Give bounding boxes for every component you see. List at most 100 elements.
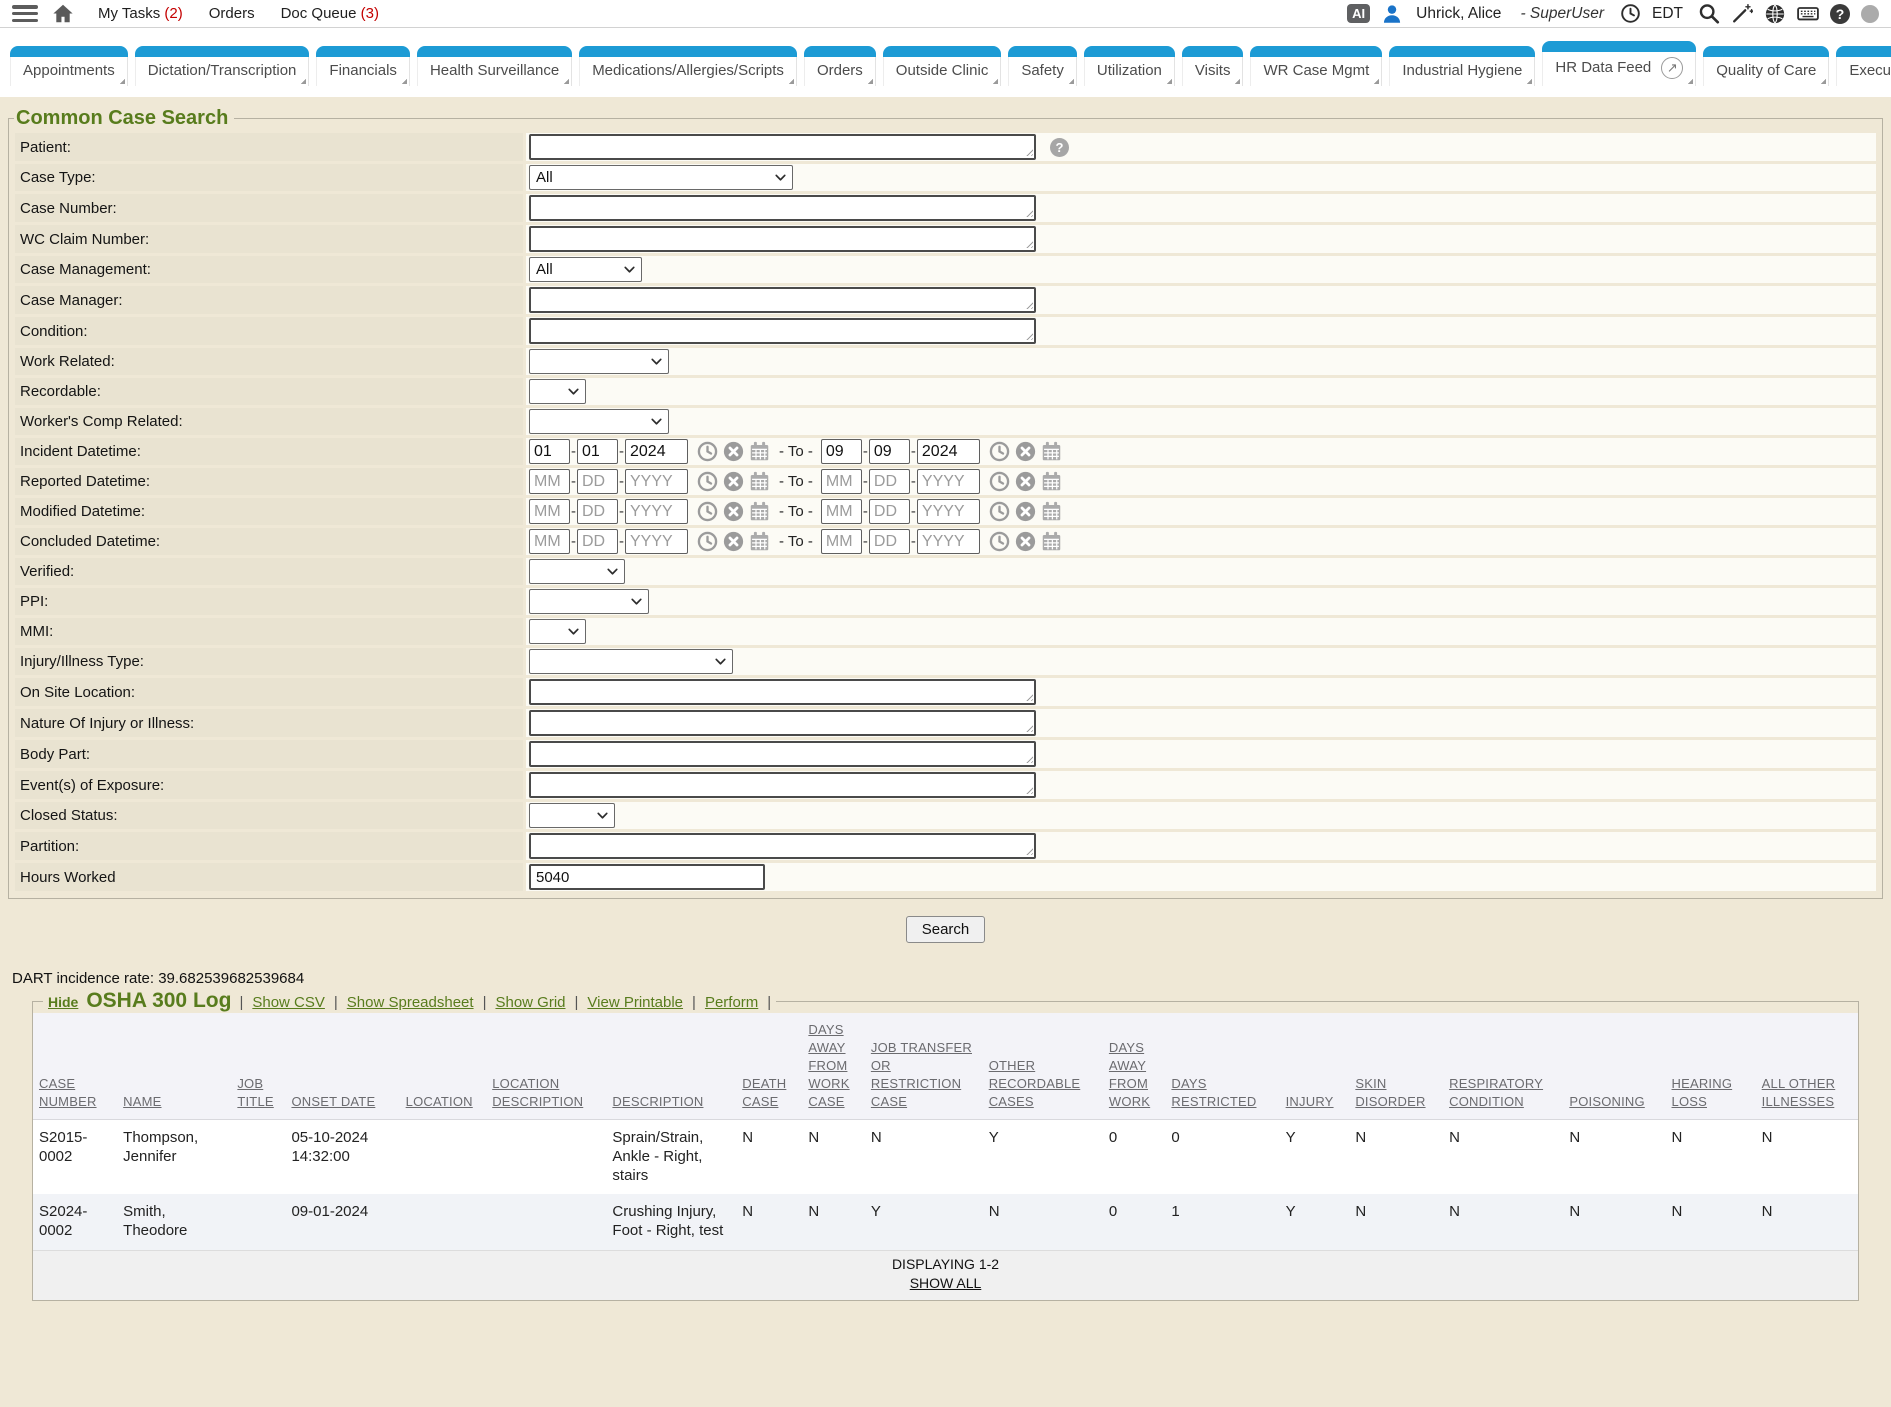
sort-link-days-away-from-work[interactable]: DAYS AWAY FROM WORK — [1109, 1040, 1150, 1109]
date-yyyy-concluded-datetime-to[interactable] — [917, 529, 980, 554]
sort-link-injury[interactable]: INJURY — [1286, 1094, 1334, 1109]
tab-utilization[interactable]: Utilization — [1084, 46, 1175, 86]
clear-icon[interactable] — [1015, 531, 1036, 552]
field-input-events-of-exposure[interactable] — [529, 772, 1036, 798]
link-perform[interactable]: Perform — [705, 994, 758, 1011]
sort-link-name[interactable]: NAME — [123, 1094, 161, 1109]
clear-icon[interactable] — [723, 531, 744, 552]
sort-link-death-case[interactable]: DEATH CASE — [742, 1076, 786, 1109]
help-icon[interactable]: ? — [1830, 4, 1850, 24]
link-show-csv[interactable]: Show CSV — [252, 994, 325, 1011]
tab-appointments[interactable]: Appointments — [10, 46, 128, 86]
sort-link-location[interactable]: LOCATION — [406, 1094, 473, 1109]
clock-icon[interactable] — [697, 531, 718, 552]
date-mm-concluded-datetime-to[interactable] — [821, 529, 862, 554]
date-mm-reported-datetime-to[interactable] — [821, 469, 862, 494]
hamburger-menu-icon[interactable] — [12, 5, 38, 22]
link-show-grid[interactable]: Show Grid — [495, 994, 565, 1011]
clear-icon[interactable] — [723, 441, 744, 462]
date-dd-incident-datetime-to[interactable] — [869, 439, 910, 464]
show-all-link[interactable]: SHOW ALL — [910, 1275, 982, 1291]
date-yyyy-reported-datetime-to[interactable] — [917, 469, 980, 494]
calendar-icon[interactable] — [749, 471, 770, 492]
clear-icon[interactable] — [1015, 471, 1036, 492]
date-mm-concluded-datetime-from[interactable] — [529, 529, 570, 554]
tab-quality-of-care[interactable]: Quality of Care — [1703, 46, 1829, 86]
date-dd-incident-datetime-from[interactable] — [577, 439, 618, 464]
clear-icon[interactable] — [1015, 501, 1036, 522]
field-select-verified[interactable] — [529, 559, 625, 584]
tab-industrial-hygiene[interactable]: Industrial Hygiene — [1389, 46, 1535, 86]
sort-link-description[interactable]: DESCRIPTION — [612, 1094, 703, 1109]
sort-link-all-other-illnesses[interactable]: ALL OTHER ILLNESSES — [1762, 1076, 1836, 1109]
tab-wr-case-mgmt[interactable]: WR Case Mgmt — [1250, 46, 1382, 86]
sort-link-other-recordable-cases[interactable]: OTHER RECORDABLE CASES — [989, 1058, 1081, 1109]
clock-icon[interactable] — [989, 501, 1010, 522]
calendar-icon[interactable] — [1041, 441, 1062, 462]
clock-icon[interactable] — [989, 531, 1010, 552]
field-input-case-number[interactable] — [529, 195, 1036, 221]
date-dd-concluded-datetime-from[interactable] — [577, 529, 618, 554]
nav-item-doc-queue[interactable]: Doc Queue (3) — [281, 5, 379, 22]
clear-icon[interactable] — [723, 471, 744, 492]
sort-link-onset-date[interactable]: ONSET DATE — [291, 1094, 375, 1109]
calendar-icon[interactable] — [1041, 531, 1062, 552]
user-name[interactable]: Uhrick, Alice — [1416, 5, 1501, 23]
tab-financials[interactable]: Financials — [316, 46, 410, 86]
field-input-nature-of-injury-or-illness[interactable] — [529, 710, 1036, 736]
field-help-icon[interactable]: ? — [1050, 138, 1069, 157]
field-select-ppi[interactable] — [529, 589, 649, 614]
date-mm-modified-datetime-from[interactable] — [529, 499, 570, 524]
date-mm-incident-datetime-from[interactable] — [529, 439, 570, 464]
sort-link-case-number[interactable]: CASE NUMBER — [39, 1076, 97, 1109]
field-select-case-type[interactable]: All — [529, 165, 793, 190]
date-yyyy-modified-datetime-from[interactable] — [625, 499, 688, 524]
clock-icon[interactable] — [989, 471, 1010, 492]
date-dd-reported-datetime-from[interactable] — [577, 469, 618, 494]
calendar-icon[interactable] — [1041, 501, 1062, 522]
calendar-icon[interactable] — [749, 441, 770, 462]
clear-icon[interactable] — [1015, 441, 1036, 462]
field-input-body-part[interactable] — [529, 741, 1036, 767]
link-show-spreadsheet[interactable]: Show Spreadsheet — [347, 994, 474, 1011]
date-mm-incident-datetime-to[interactable] — [821, 439, 862, 464]
field-select-case-management[interactable]: All — [529, 257, 642, 282]
field-select-recordable[interactable] — [529, 379, 586, 404]
date-yyyy-reported-datetime-from[interactable] — [625, 469, 688, 494]
nav-item-my-tasks[interactable]: My Tasks (2) — [98, 5, 183, 22]
globe-icon[interactable] — [1764, 3, 1786, 25]
table-row[interactable]: S2015-0002Thompson, Jennifer05-10-2024 1… — [33, 1120, 1858, 1195]
field-input-wc-claim-number[interactable] — [529, 226, 1036, 252]
date-dd-modified-datetime-to[interactable] — [869, 499, 910, 524]
sort-link-skin-disorder[interactable]: SKIN DISORDER — [1355, 1076, 1425, 1109]
field-select-injury-illness-type[interactable] — [529, 649, 733, 674]
sort-link-respiratory-condition[interactable]: RESPIRATORY CONDITION — [1449, 1076, 1543, 1109]
field-input-case-manager[interactable] — [529, 287, 1036, 313]
tab-visits[interactable]: Visits — [1182, 46, 1244, 86]
field-select-closed-status[interactable] — [529, 803, 615, 828]
field-input-partition[interactable] — [529, 833, 1036, 859]
field-select-mmi[interactable] — [529, 619, 586, 644]
link-view-printable[interactable]: View Printable — [587, 994, 683, 1011]
date-dd-modified-datetime-from[interactable] — [577, 499, 618, 524]
field-input-condition[interactable] — [529, 318, 1036, 344]
sort-link-job-transfer-or-restriction-case[interactable]: JOB TRANSFER OR RESTRICTION CASE — [871, 1040, 972, 1109]
field-select-workers-comp-related[interactable] — [529, 409, 669, 434]
field-input-on-site-location[interactable] — [529, 679, 1036, 705]
clock-icon[interactable] — [697, 471, 718, 492]
sort-link-poisoning[interactable]: POISONING — [1569, 1094, 1644, 1109]
field-select-work-related[interactable] — [529, 349, 669, 374]
sort-link-job-title[interactable]: JOB TITLE — [237, 1076, 273, 1109]
calendar-icon[interactable] — [749, 501, 770, 522]
keyboard-icon[interactable] — [1797, 3, 1819, 25]
tab-executive[interactable]: Executive — [1836, 46, 1891, 86]
table-row[interactable]: S2024-0002Smith, Theodore09-01-2024Crush… — [33, 1194, 1858, 1250]
date-dd-reported-datetime-to[interactable] — [869, 469, 910, 494]
magic-wand-icon[interactable] — [1731, 3, 1753, 25]
search-icon[interactable] — [1698, 3, 1720, 25]
date-yyyy-incident-datetime-to[interactable] — [917, 439, 980, 464]
tab-safety[interactable]: Safety — [1008, 46, 1077, 86]
calendar-icon[interactable] — [1041, 471, 1062, 492]
clock-icon[interactable] — [697, 501, 718, 522]
tab-outside-clinic[interactable]: Outside Clinic — [883, 46, 1002, 86]
